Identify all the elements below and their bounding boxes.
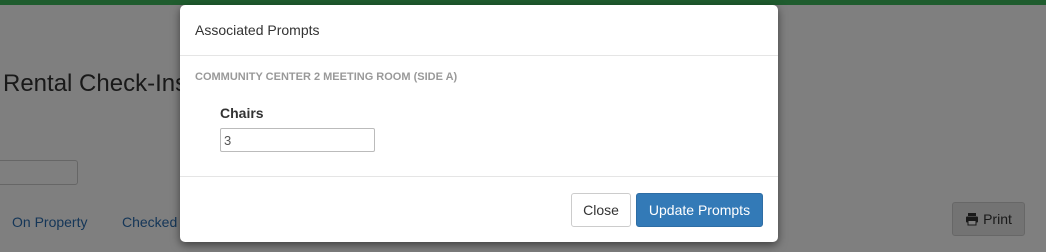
chairs-input[interactable] — [220, 128, 375, 152]
chairs-prompt-label: Chairs — [220, 105, 264, 121]
update-prompts-button[interactable]: Update Prompts — [636, 193, 763, 227]
close-button[interactable]: Close — [571, 193, 631, 227]
modal-body: COMMUNITY CENTER 2 MEETING ROOM (SIDE A)… — [180, 56, 778, 177]
modal-footer: Close Update Prompts — [180, 177, 778, 241]
facility-name: COMMUNITY CENTER 2 MEETING ROOM (SIDE A) — [195, 71, 458, 83]
page: Rental Check-Ins On Property Checked Out… — [0, 0, 1046, 252]
modal-title: Associated Prompts — [195, 22, 320, 38]
modal-header: Associated Prompts — [180, 5, 778, 56]
associated-prompts-modal: Associated Prompts COMMUNITY CENTER 2 ME… — [180, 5, 778, 242]
